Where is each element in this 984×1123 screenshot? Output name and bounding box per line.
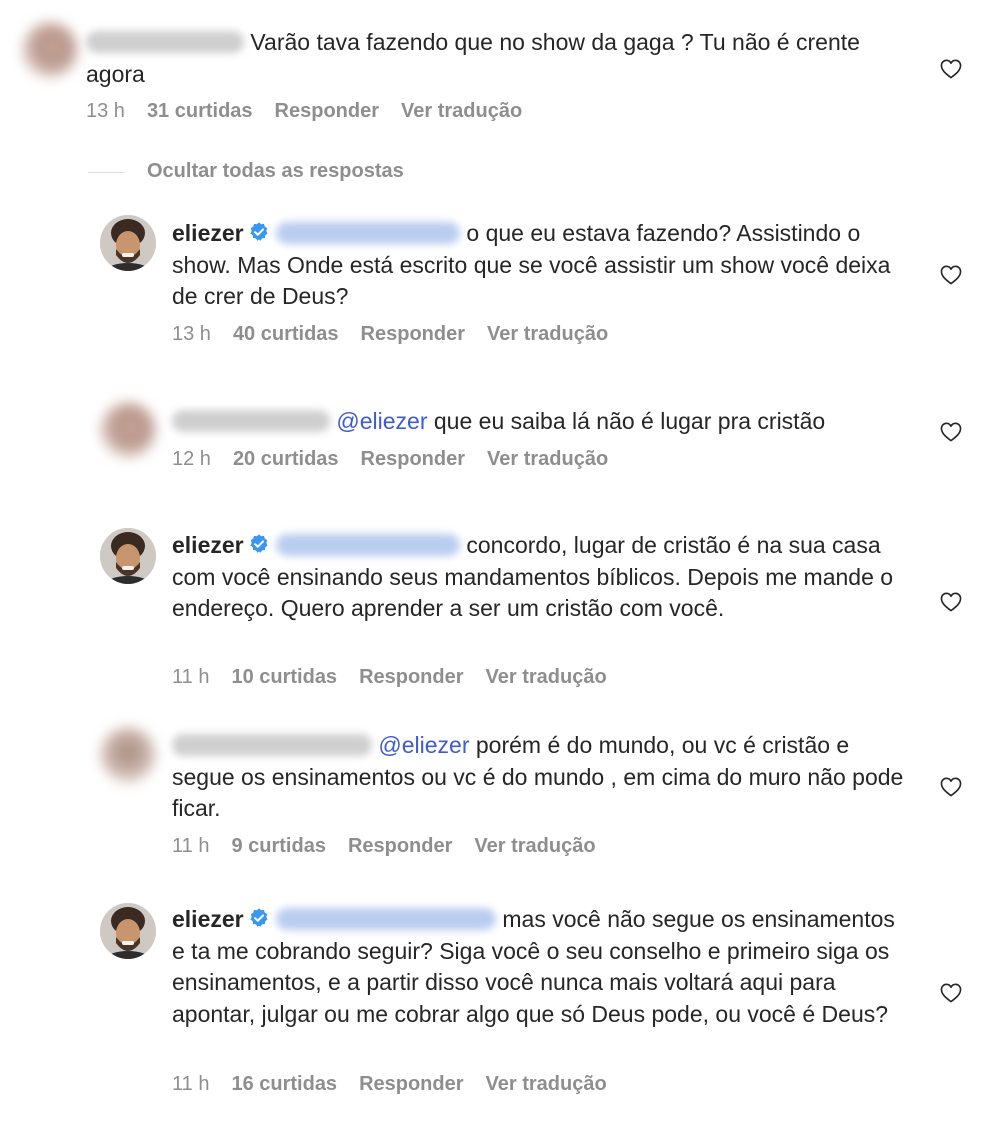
avatar[interactable] bbox=[100, 402, 156, 458]
username-blurred[interactable] bbox=[172, 734, 372, 756]
verified-badge-icon bbox=[248, 221, 270, 243]
verified-badge-icon bbox=[248, 907, 270, 929]
translate-button[interactable]: Ver tradução bbox=[486, 666, 607, 688]
heart-outline-icon[interactable] bbox=[940, 265, 962, 285]
comment-meta: 13 h 31 curtidas Responder Ver tradução bbox=[86, 100, 544, 123]
comment-time: 11 h bbox=[172, 835, 210, 857]
username[interactable]: eliezer bbox=[172, 906, 244, 932]
mention-blurred[interactable] bbox=[276, 908, 496, 930]
comment-meta: 11 h 9 curtidas Responder Ver tradução bbox=[172, 835, 618, 858]
likes-count[interactable]: 16 curtidas bbox=[231, 1073, 337, 1095]
avatar[interactable] bbox=[100, 903, 156, 959]
comment-time: 12 h bbox=[172, 448, 211, 470]
avatar[interactable] bbox=[100, 215, 156, 271]
comment-meta: 11 h 10 curtidas Responder Ver tradução bbox=[172, 666, 629, 689]
translate-button[interactable]: Ver tradução bbox=[401, 100, 522, 122]
avatar[interactable] bbox=[22, 22, 78, 78]
heart-outline-icon[interactable] bbox=[940, 422, 962, 442]
translate-button[interactable]: Ver tradução bbox=[486, 1073, 607, 1095]
comment-time: 13 h bbox=[172, 323, 211, 345]
reply-button[interactable]: Responder bbox=[361, 448, 465, 470]
likes-count[interactable]: 9 curtidas bbox=[231, 835, 325, 857]
heart-outline-icon[interactable] bbox=[940, 777, 962, 797]
username[interactable]: eliezer bbox=[172, 220, 244, 246]
likes-count[interactable]: 40 curtidas bbox=[233, 323, 339, 345]
hide-replies-button[interactable]: Ocultar todas as respostas bbox=[147, 160, 404, 183]
username-blurred[interactable] bbox=[86, 31, 244, 53]
comment-meta: 12 h 20 curtidas Responder Ver tradução bbox=[172, 448, 630, 471]
heart-outline-icon[interactable] bbox=[940, 983, 962, 1003]
reply-button[interactable]: Responder bbox=[361, 323, 465, 345]
translate-button[interactable]: Ver tradução bbox=[487, 323, 608, 345]
reply-button[interactable]: Responder bbox=[348, 835, 452, 857]
heart-outline-icon[interactable] bbox=[940, 59, 962, 79]
likes-count[interactable]: 31 curtidas bbox=[147, 100, 253, 122]
mention-link[interactable]: @eliezer bbox=[336, 408, 427, 434]
comment-text: que eu saiba lá não é lugar pra cristão bbox=[433, 408, 826, 434]
hide-replies-divider bbox=[88, 172, 124, 173]
comment-meta: 11 h 16 curtidas Responder Ver tradução bbox=[172, 1073, 629, 1096]
reply-button[interactable]: Responder bbox=[359, 666, 463, 688]
translate-button[interactable]: Ver tradução bbox=[474, 835, 595, 857]
reply-button[interactable]: Responder bbox=[359, 1073, 463, 1095]
avatar[interactable] bbox=[100, 528, 156, 584]
username-blurred[interactable] bbox=[172, 410, 330, 432]
comment-time: 13 h bbox=[86, 100, 125, 122]
heart-outline-icon[interactable] bbox=[940, 592, 962, 612]
translate-button[interactable]: Ver tradução bbox=[487, 448, 608, 470]
likes-count[interactable]: 10 curtidas bbox=[231, 666, 337, 688]
mention-link[interactable]: @eliezer bbox=[378, 732, 469, 758]
comment-time: 11 h bbox=[172, 1073, 210, 1095]
reply-button[interactable]: Responder bbox=[275, 100, 379, 122]
mention-blurred[interactable] bbox=[276, 534, 460, 556]
likes-count[interactable]: 20 curtidas bbox=[233, 448, 339, 470]
comment-meta: 13 h 40 curtidas Responder Ver tradução bbox=[172, 323, 630, 346]
mention-blurred[interactable] bbox=[276, 222, 460, 244]
verified-badge-icon bbox=[248, 533, 270, 555]
username[interactable]: eliezer bbox=[172, 532, 244, 558]
avatar[interactable] bbox=[100, 727, 156, 783]
comment-time: 11 h bbox=[172, 666, 210, 688]
